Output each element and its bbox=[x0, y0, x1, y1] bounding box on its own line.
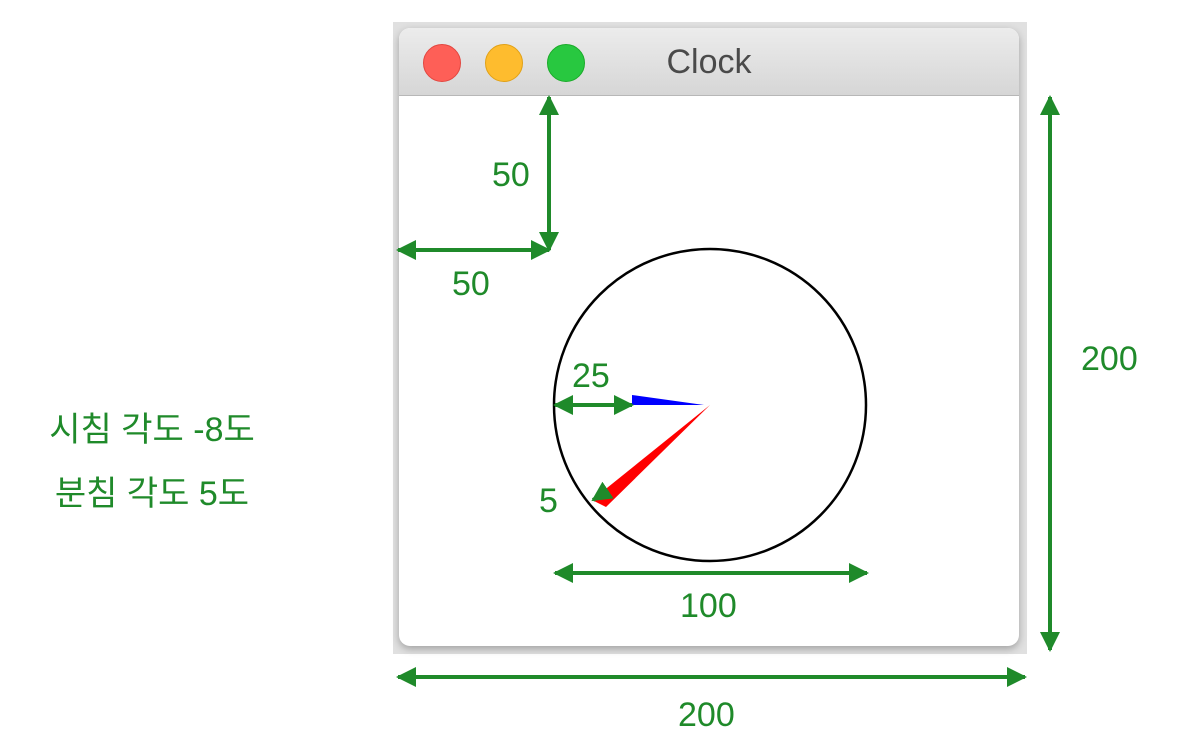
window-height-label: 200 bbox=[1081, 340, 1138, 378]
top-margin-label: 50 bbox=[492, 156, 530, 194]
window-width-label: 200 bbox=[678, 696, 735, 734]
hour-hand bbox=[592, 405, 710, 507]
diameter-label: 100 bbox=[680, 587, 737, 625]
left-margin-label: 50 bbox=[452, 265, 490, 303]
hour-inset-label: 5 bbox=[539, 482, 558, 520]
hour-angle-text: 시침 각도 -8도 bbox=[49, 411, 255, 449]
minute-inset-label: 25 bbox=[572, 357, 610, 395]
minute-angle-text: 분침 각도 5도 bbox=[54, 475, 250, 513]
minute-hand bbox=[632, 395, 704, 405]
